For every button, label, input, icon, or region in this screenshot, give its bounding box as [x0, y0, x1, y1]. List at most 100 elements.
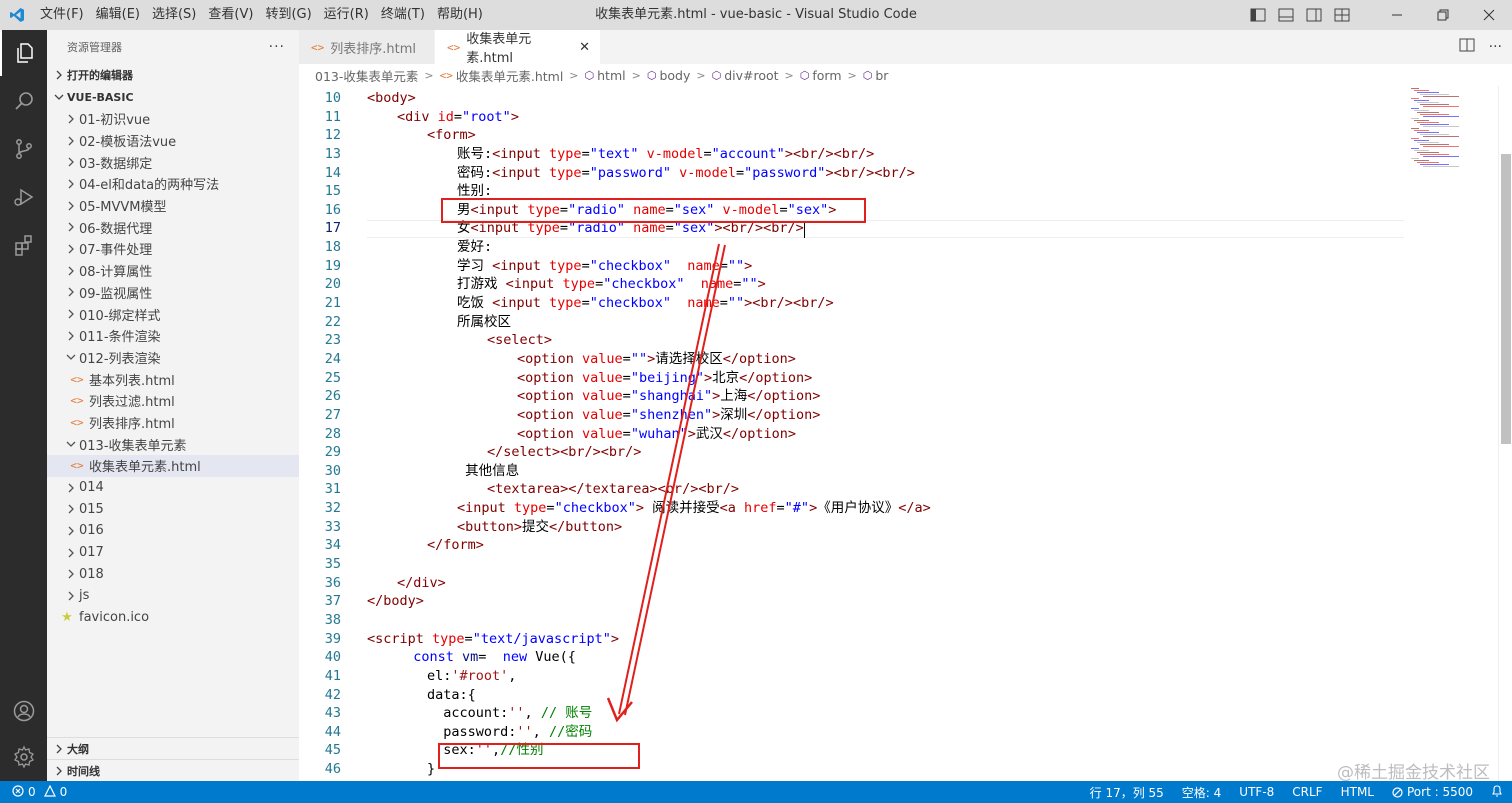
chevron-right-icon [63, 136, 79, 146]
tab-collect-form[interactable]: <> 收集表单元素.html ✕ [435, 30, 601, 66]
element-cube-icon: ⬡ [862, 68, 873, 82]
editor-tabs: <> 列表排序.html <> 收集表单元素.html ✕ ··· [299, 30, 1512, 66]
chevron-right-icon [63, 569, 79, 579]
status-bar: 0 0 行 17，列 55 空格: 4 UTF-8 CRLF HTML Port… [0, 781, 1512, 803]
settings-gear-icon[interactable] [0, 734, 47, 780]
menu-item[interactable]: 运行(R) [318, 0, 375, 30]
file-item[interactable]: ★ favicon.ico [47, 607, 299, 629]
vertical-scrollbar[interactable] [1498, 86, 1512, 781]
chevron-right-icon [63, 244, 79, 254]
file-item[interactable]: <> 列表排序.html [47, 412, 299, 434]
folder-label: 08-计算属性 [79, 265, 153, 281]
problems-indicator[interactable]: 0 0 [0, 784, 67, 800]
breadcrumb-item[interactable]: 收集表单元素.html [456, 66, 563, 85]
html-file-icon: <> [70, 372, 84, 386]
timeline-section[interactable]: 时间线 [47, 759, 299, 781]
chevron-right-icon: > [631, 68, 641, 82]
breadcrumb-item[interactable]: 013-收集表单元素 [315, 66, 418, 85]
minimap[interactable] [1407, 86, 1497, 206]
menu-item[interactable]: 转到(G) [259, 0, 317, 30]
menu-item[interactable]: 选择(S) [146, 0, 202, 30]
minimize-icon[interactable] [1374, 0, 1420, 30]
chevron-right-icon [63, 483, 79, 493]
chevron-right-icon [63, 331, 79, 341]
folder-item[interactable]: 010-绑定样式 [47, 303, 299, 325]
file-label: 列表过滤.html [89, 395, 175, 411]
tab-list-sort[interactable]: <> 列表排序.html [299, 30, 435, 64]
menu-item[interactable]: 文件(F) [34, 0, 90, 30]
file-label: 收集表单元素.html [89, 460, 201, 476]
run-debug-icon[interactable] [0, 174, 47, 220]
sidebar-title: 资源管理器 [67, 41, 122, 54]
tab-label: 收集表单元素.html [466, 32, 532, 66]
breadcrumb-item[interactable]: body [659, 68, 690, 83]
chevron-right-icon [63, 591, 79, 601]
language-mode[interactable]: HTML [1332, 785, 1383, 799]
split-editor-icon[interactable] [1459, 38, 1475, 56]
toggle-panel-icon[interactable] [1276, 5, 1296, 25]
folder-item[interactable]: 07-事件处理 [47, 238, 299, 260]
indentation[interactable]: 空格: 4 [1173, 784, 1231, 801]
menu-item[interactable]: 编辑(E) [90, 0, 146, 30]
folder-item[interactable]: 01-初识vue [47, 108, 299, 130]
folder-label: 06-数据代理 [79, 221, 153, 237]
live-server-port[interactable]: Port : 5500 [1383, 785, 1482, 799]
folder-item[interactable]: 015 [47, 498, 299, 520]
file-item[interactable]: <> 基本列表.html [47, 368, 299, 390]
accounts-icon[interactable] [0, 688, 47, 734]
folder-label: 018 [79, 566, 104, 582]
window-controls [1374, 0, 1512, 30]
folder-item[interactable]: 011-条件渲染 [47, 325, 299, 347]
scrollbar-thumb[interactable] [1501, 154, 1511, 444]
folder-item[interactable]: 09-监视属性 [47, 282, 299, 304]
workspace-root-section[interactable]: VUE-BASIC [47, 86, 299, 108]
restore-icon[interactable] [1420, 0, 1466, 30]
folder-label: 014 [79, 480, 104, 496]
html-file-icon: <> [70, 459, 84, 473]
source-control-icon[interactable] [0, 126, 47, 172]
close-tab-icon[interactable]: ✕ [579, 40, 590, 55]
folder-item[interactable]: 014 [47, 477, 299, 499]
search-icon[interactable] [0, 78, 47, 124]
more-actions-icon[interactable]: ··· [269, 39, 285, 55]
end-of-line[interactable]: CRLF [1283, 785, 1331, 799]
menu-item[interactable]: 查看(V) [202, 0, 259, 30]
outline-section[interactable]: 大纲 [47, 737, 299, 759]
customize-layout-icon[interactable] [1332, 5, 1352, 25]
chevron-right-icon [63, 287, 79, 297]
folder-label: 012-列表渲染 [79, 351, 161, 367]
toggle-primary-sidebar-icon[interactable] [1248, 5, 1268, 25]
extensions-icon[interactable] [0, 222, 47, 268]
folder-item[interactable]: 08-计算属性 [47, 260, 299, 282]
folder-item[interactable]: 012-列表渲染 [47, 347, 299, 369]
element-cube-icon: ⬡ [711, 68, 722, 82]
breadcrumb-item[interactable]: form [812, 68, 841, 83]
folder-item[interactable]: js [47, 585, 299, 607]
file-item[interactable]: <> 列表过滤.html [47, 390, 299, 412]
html-file-icon: <> [439, 68, 453, 82]
menu-item[interactable]: 帮助(H) [431, 0, 489, 30]
toggle-secondary-sidebar-icon[interactable] [1304, 5, 1324, 25]
folder-item[interactable]: 02-模板语法vue [47, 130, 299, 152]
folder-item[interactable]: 017 [47, 542, 299, 564]
folder-item[interactable]: 04-el和data的两种写法 [47, 173, 299, 195]
notifications-bell-icon[interactable] [1482, 784, 1512, 800]
more-actions-icon[interactable]: ··· [1489, 39, 1502, 55]
breadcrumb-item[interactable]: br [875, 68, 888, 83]
folder-item[interactable]: 06-数据代理 [47, 216, 299, 238]
explorer-icon[interactable] [0, 30, 47, 76]
menu-item[interactable]: 终端(T) [375, 0, 431, 30]
breadcrumb-item[interactable]: div#root [724, 68, 778, 83]
folder-item[interactable]: 018 [47, 563, 299, 585]
folder-item[interactable]: 013-收集表单元素 [47, 433, 299, 455]
folder-item[interactable]: 05-MVVM模型 [47, 195, 299, 217]
code-editor[interactable]: 10 <body> 11 <div id="root"> 12 <form> 13 账号:<i… [299, 86, 1512, 781]
open-editors-section[interactable]: 打开的编辑器 [47, 64, 299, 86]
folder-item[interactable]: 03-数据绑定 [47, 151, 299, 173]
encoding[interactable]: UTF-8 [1230, 785, 1283, 799]
breadcrumb-item[interactable]: html [597, 68, 625, 83]
file-item[interactable]: <> 收集表单元素.html [47, 455, 299, 477]
folder-item[interactable]: 016 [47, 520, 299, 542]
cursor-position[interactable]: 行 17，列 55 [1081, 784, 1173, 801]
close-window-icon[interactable] [1466, 0, 1512, 30]
